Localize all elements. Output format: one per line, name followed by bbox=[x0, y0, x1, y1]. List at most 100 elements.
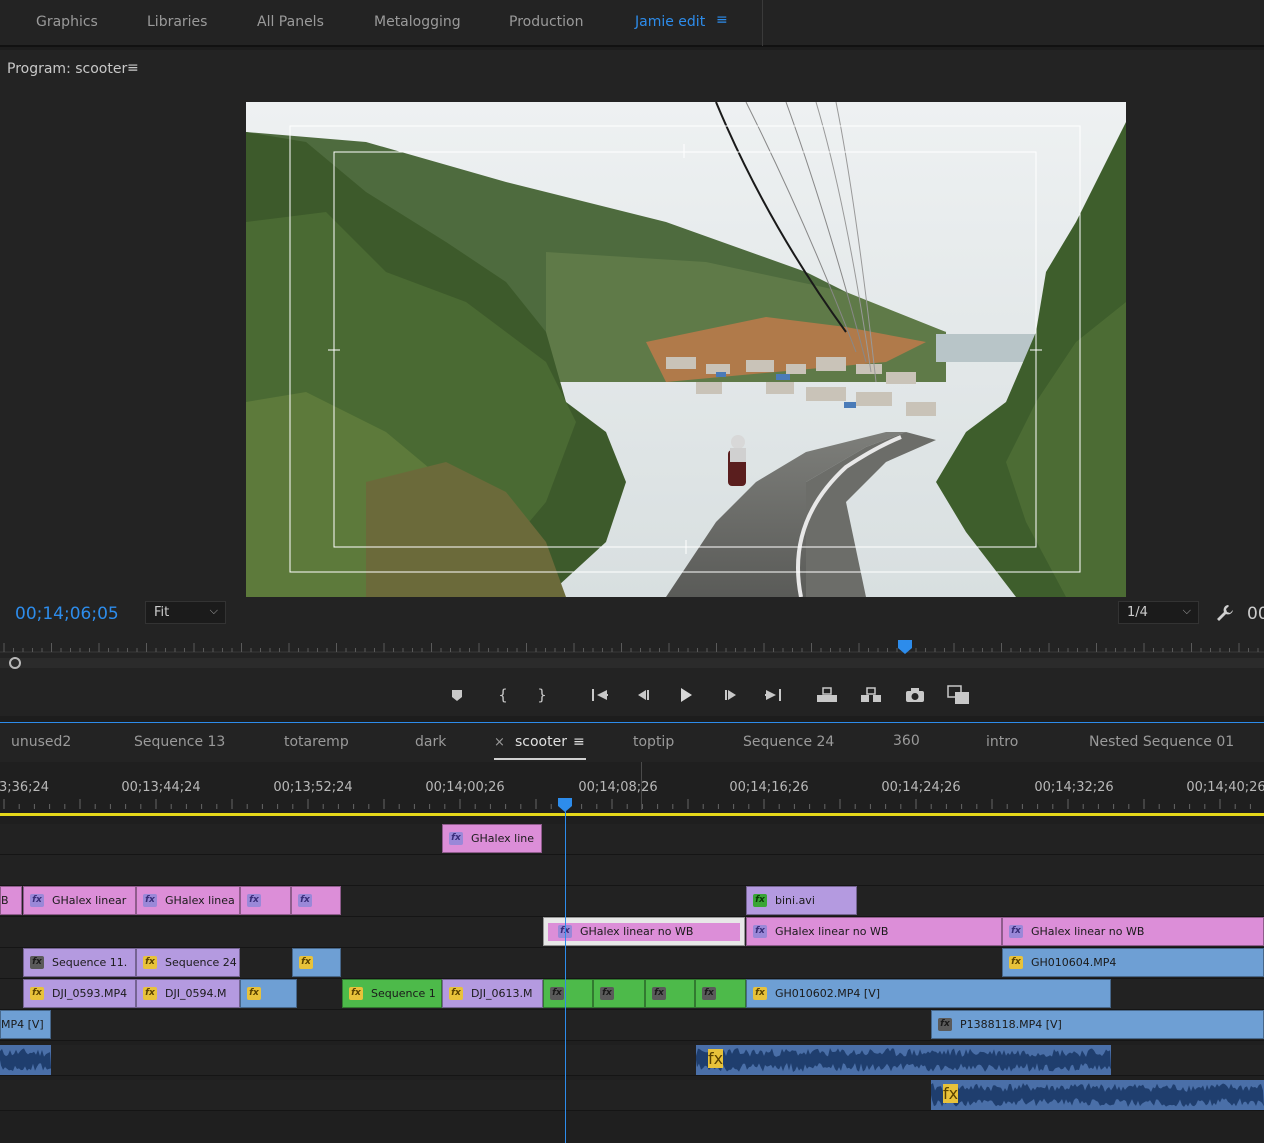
playback-resolution-dropdown[interactable]: 1/4 ⌵ bbox=[1118, 601, 1199, 624]
track-v3[interactable]: fx GHalex linear no WB fx GHalex linear no… bbox=[0, 917, 1264, 948]
clip[interactable]: fx bini.avi bbox=[746, 886, 857, 915]
tab-sequence-13[interactable]: Sequence 13 bbox=[134, 734, 225, 750]
fx-badge-icon: fx bbox=[298, 894, 312, 907]
audio-clip[interactable]: fx bbox=[696, 1045, 1111, 1075]
tab-totaremp[interactable]: totaremp bbox=[284, 734, 349, 750]
workspace-tab-all-panels[interactable]: All Panels bbox=[257, 14, 324, 30]
video-frame[interactable] bbox=[246, 102, 1126, 597]
menu-icon[interactable]: ≡ bbox=[573, 734, 585, 750]
workspace-tab-graphics[interactable]: Graphics bbox=[36, 14, 98, 30]
clip[interactable]: fx P1388118.MP4 [V] bbox=[931, 1010, 1264, 1039]
audio-waveform bbox=[0, 1048, 51, 1071]
track-v5[interactable] bbox=[0, 855, 1264, 886]
clip[interactable]: fx GH010602.MP4 [V] bbox=[746, 979, 1111, 1008]
audio-clip[interactable]: fx bbox=[931, 1080, 1264, 1110]
comparison-view-icon[interactable] bbox=[946, 682, 972, 708]
chevron-down-icon: ⌵ bbox=[209, 604, 218, 617]
clip-label: GHalex linear no WB bbox=[580, 925, 694, 938]
play-icon[interactable] bbox=[673, 682, 699, 708]
fx-badge-icon: fx bbox=[708, 1049, 724, 1068]
clip[interactable]: fx DJI_0613.M bbox=[442, 979, 543, 1008]
ruler-timecode: 00;13;44;24 bbox=[121, 780, 201, 795]
clip[interactable]: fx bbox=[291, 886, 341, 915]
mark-in-icon[interactable]: { bbox=[490, 682, 516, 708]
track-v1[interactable]: fx DJI_0593.MP4 fx DJI_0594.M fx fx Sequenc… bbox=[0, 979, 1264, 1010]
ruler-timecode: 00;14;32;26 bbox=[1034, 780, 1114, 795]
sequence-tabs: unused2 Sequence 13 totaremp dark × scoo… bbox=[0, 722, 1264, 762]
step-forward-icon[interactable] bbox=[718, 682, 744, 708]
clip-label: P1388118.MP4 [V] bbox=[960, 1018, 1062, 1031]
clip[interactable]: fx bbox=[593, 979, 645, 1008]
ruler-timecode: 00;14;40;26 bbox=[1186, 780, 1264, 795]
clip[interactable]: fx Sequence 11. bbox=[23, 948, 136, 977]
clip[interactable]: fx GHalex linea bbox=[136, 886, 240, 915]
wrench-icon[interactable] bbox=[1215, 603, 1235, 623]
clip[interactable]: fx GHalex linear no WB bbox=[746, 917, 1002, 946]
workspace-tab-libraries[interactable]: Libraries bbox=[147, 14, 207, 30]
clip[interactable]: B bbox=[0, 886, 22, 915]
track-v0[interactable]: MP4 [V] fx P1388118.MP4 [V] bbox=[0, 1010, 1264, 1041]
workspace-tab-metalogging[interactable]: Metalogging bbox=[374, 14, 461, 30]
tab-360[interactable]: 360 bbox=[893, 733, 920, 749]
export-frame-icon[interactable] bbox=[902, 682, 928, 708]
tab-dark[interactable]: dark bbox=[415, 734, 446, 750]
timeline-ruler-ticks[interactable] bbox=[0, 798, 1264, 810]
go-to-out-icon[interactable] bbox=[760, 682, 786, 708]
tab-toptip[interactable]: toptip bbox=[633, 734, 674, 750]
audio-clip[interactable] bbox=[0, 1045, 51, 1075]
duration-timecode: 00 bbox=[1247, 604, 1264, 624]
tab-intro[interactable]: intro bbox=[986, 734, 1018, 750]
track-v2[interactable]: fx Sequence 11. fx Sequence 24 fx fx GH0106… bbox=[0, 948, 1264, 979]
workspace-tab-production[interactable]: Production bbox=[509, 14, 583, 30]
fx-badge-icon: fx bbox=[702, 987, 716, 1000]
clip[interactable]: fx bbox=[695, 979, 746, 1008]
tab-unused2[interactable]: unused2 bbox=[11, 734, 71, 750]
tab-nested-sequence-01[interactable]: Nested Sequence 01 bbox=[1089, 734, 1234, 750]
menu-icon[interactable]: ≡ bbox=[716, 12, 728, 28]
track-a2[interactable]: fx bbox=[0, 1080, 1264, 1111]
fx-badge-icon: fx bbox=[349, 987, 363, 1000]
mark-out-icon[interactable]: } bbox=[529, 682, 555, 708]
fx-badge-icon: fx bbox=[143, 987, 157, 1000]
clip[interactable]: fx GH010604.MP4 bbox=[1002, 948, 1264, 977]
playhead-marker[interactable] bbox=[558, 798, 572, 812]
zoom-level-dropdown[interactable]: Fit ⌵ bbox=[145, 601, 226, 624]
go-to-in-icon[interactable] bbox=[587, 682, 613, 708]
clip-label: DJI_0594.M bbox=[165, 987, 227, 1000]
fx-badge-icon: fx bbox=[938, 1018, 952, 1031]
add-marker-icon[interactable] bbox=[444, 682, 470, 708]
clip[interactable]: fx DJI_0593.MP4 bbox=[23, 979, 136, 1008]
tab-scooter[interactable]: scooter bbox=[515, 734, 567, 750]
clip[interactable]: MP4 [V] bbox=[0, 1010, 51, 1039]
playhead-line[interactable] bbox=[565, 803, 566, 1143]
clip[interactable]: fx bbox=[240, 979, 297, 1008]
work-area-bar[interactable] bbox=[0, 813, 1264, 816]
step-back-icon[interactable] bbox=[630, 682, 656, 708]
close-icon[interactable]: × bbox=[494, 735, 505, 750]
clip[interactable]: fx bbox=[292, 948, 341, 977]
clip-selected[interactable]: fxGHalex linear no WB bbox=[543, 917, 745, 946]
fx-badge-icon: fx bbox=[143, 894, 157, 907]
lift-icon[interactable] bbox=[814, 682, 840, 708]
clip[interactable]: fx Sequence 1 bbox=[342, 979, 442, 1008]
track-v6[interactable]: fx GHalex line bbox=[0, 824, 1264, 855]
workspace-tab-jamie-edit[interactable]: Jamie edit bbox=[635, 14, 705, 30]
clip[interactable]: fx DJI_0594.M bbox=[136, 979, 240, 1008]
fx-badge-icon: fx bbox=[753, 925, 767, 938]
playhead-timecode[interactable]: 00;14;06;05 bbox=[15, 604, 119, 624]
menu-icon[interactable]: ≡ bbox=[127, 60, 139, 76]
ruler-timecode: 00;14;08;26 bbox=[578, 780, 658, 795]
clip[interactable]: fx Sequence 24 bbox=[136, 948, 240, 977]
clip[interactable]: fx GHalex line bbox=[442, 824, 542, 853]
clip[interactable]: fx GHalex linear bbox=[23, 886, 136, 915]
monitor-time-ruler[interactable] bbox=[0, 640, 1264, 670]
clip[interactable]: fx GHalex linear no WB bbox=[1002, 917, 1264, 946]
extract-icon[interactable] bbox=[858, 682, 884, 708]
track-a1[interactable]: fx bbox=[0, 1045, 1264, 1076]
track-v4[interactable]: B fx GHalex linear fx GHalex linea fx fx f… bbox=[0, 886, 1264, 917]
clip[interactable]: fx bbox=[645, 979, 695, 1008]
clip[interactable]: fx bbox=[240, 886, 291, 915]
clip[interactable]: fx bbox=[543, 979, 593, 1008]
clip-label: GHalex line bbox=[471, 832, 535, 845]
tab-sequence-24[interactable]: Sequence 24 bbox=[743, 734, 834, 750]
